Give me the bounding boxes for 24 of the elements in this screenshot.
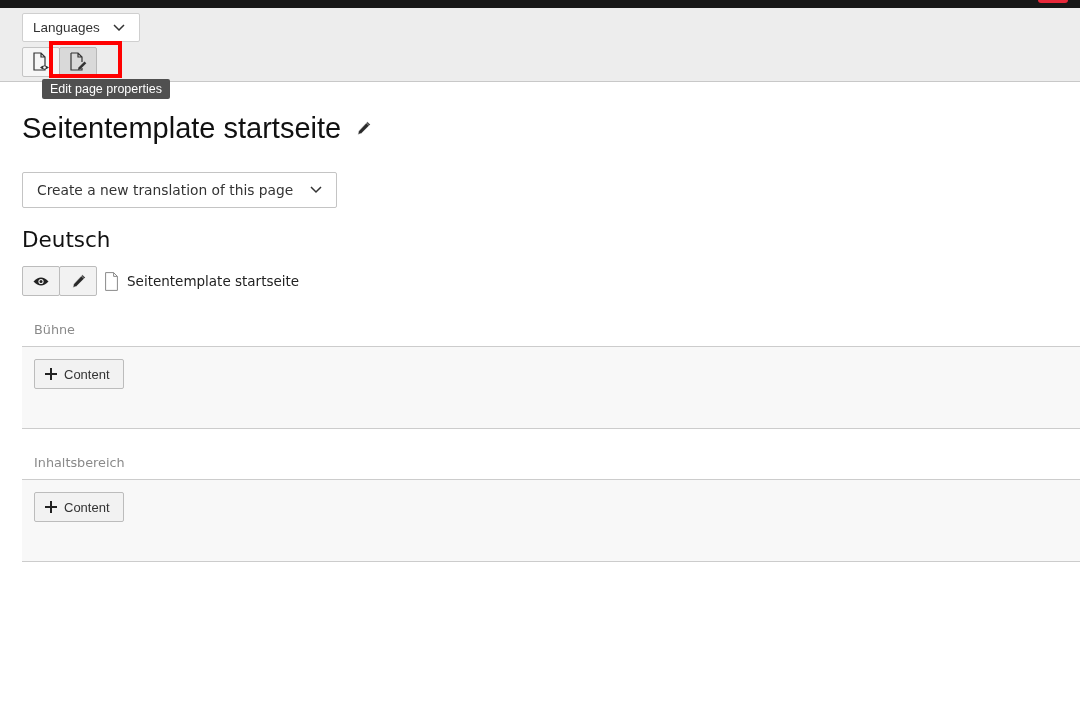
view-button[interactable] bbox=[22, 266, 60, 296]
column-title: Bühne bbox=[34, 321, 75, 337]
edit-button[interactable] bbox=[59, 266, 97, 296]
add-content-button[interactable]: Content bbox=[34, 359, 124, 389]
language-heading: Deutsch bbox=[22, 228, 111, 252]
document-pencil-icon bbox=[69, 52, 87, 72]
tooltip: Edit page properties bbox=[42, 79, 170, 99]
languages-dropdown[interactable]: Languages bbox=[22, 13, 140, 42]
pencil-icon bbox=[70, 273, 86, 289]
translation-dropdown[interactable]: Create a new translation of this page bbox=[22, 172, 337, 208]
document-icon bbox=[105, 271, 118, 291]
document-eye-icon bbox=[32, 52, 50, 72]
pencil-icon[interactable] bbox=[356, 120, 372, 136]
plus-icon bbox=[45, 501, 57, 513]
badge-icon bbox=[1038, 0, 1068, 3]
chevron-down-icon bbox=[113, 23, 125, 32]
column-title: Inhaltsbereich bbox=[34, 454, 125, 470]
plus-icon bbox=[45, 368, 57, 380]
add-content-button[interactable]: Content bbox=[34, 492, 124, 522]
page-name: Seitentemplate startseite bbox=[127, 273, 300, 289]
eye-icon bbox=[33, 275, 49, 287]
edit-page-button[interactable] bbox=[59, 47, 97, 77]
chevron-down-icon bbox=[310, 186, 322, 194]
page-title: Seitentemplate startseite bbox=[22, 111, 342, 146]
